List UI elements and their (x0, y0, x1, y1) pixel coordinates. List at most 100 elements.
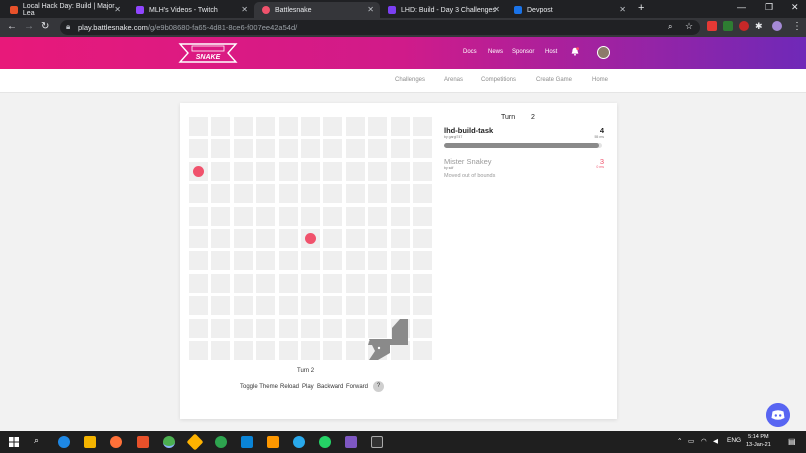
svg-text:SNAKE: SNAKE (196, 54, 221, 61)
nav-host-link[interactable]: Host (545, 49, 557, 55)
subnav-competitions-link[interactable]: Competitions (481, 77, 516, 83)
tab-local-hack-day[interactable]: Local Hack Day: Build | Major Lea ✕ (2, 2, 127, 18)
discord-chat-button[interactable] (766, 403, 790, 427)
address-bar[interactable]: 🔒︎ play.battlesnake.com/g/e9b08680-fa65-… (60, 20, 700, 35)
chrome-icon[interactable] (163, 436, 175, 448)
nav-sponsor-link[interactable]: Sponsor (512, 49, 534, 55)
browser-toolbar: ← → ↻ 🔒︎ play.battlesnake.com/g/e9b08680… (0, 18, 806, 37)
tab-twitch[interactable]: MLH's Videos - Twitch ✕ (128, 2, 254, 18)
toggle-theme-button[interactable]: Toggle Theme (240, 384, 278, 390)
app-g-icon[interactable] (137, 436, 149, 448)
tray-chevron-icon[interactable]: ⌃ (677, 437, 682, 445)
snake-latency: 0 ms (596, 165, 604, 169)
window-close-button[interactable]: ✕ (791, 2, 799, 13)
snake-head (369, 339, 390, 360)
firefox-icon[interactable] (110, 436, 122, 448)
extension-green-icon[interactable] (723, 21, 733, 31)
close-tab-icon[interactable]: ✕ (619, 5, 626, 14)
help-button[interactable]: ? (373, 381, 384, 392)
zoom-search-icon[interactable]: ⌕ (668, 22, 672, 32)
url-path: /g/e9b08680-fa65-4d81-8ce6-f007ee42a54d/ (147, 23, 298, 32)
subnav-challenges-link[interactable]: Challenges (395, 77, 425, 83)
snake-eye-icon (377, 346, 381, 350)
new-tab-button[interactable]: + (638, 2, 644, 14)
battlesnake-favicon-icon (262, 6, 270, 14)
snake-latency: 55 ms (594, 135, 604, 139)
extensions-puzzle-icon[interactable]: ✱ (755, 21, 763, 32)
browser-tab-strip: Local Hack Day: Build | Major Lea ✕ MLH'… (0, 0, 806, 18)
tab-title: Devpost (527, 6, 553, 14)
tab-title: LHD: Build - Day 3 Challenges (401, 6, 496, 14)
whatsapp-icon[interactable] (319, 436, 331, 448)
backward-button[interactable]: Backward (317, 384, 343, 390)
snake-name-lhd-build-task: lhd-build-task (444, 126, 494, 135)
close-tab-icon[interactable]: ✕ (367, 5, 374, 14)
nav-news-link[interactable]: News (488, 49, 503, 55)
browser-menu-icon[interactable]: ⋮ (792, 21, 802, 32)
language-indicator[interactable]: ENG (727, 437, 741, 444)
notifications-icon[interactable]: ▤ (788, 437, 796, 446)
elimination-reason: Moved out of bounds (444, 173, 496, 179)
github-desktop-icon[interactable] (215, 436, 227, 448)
profile-avatar-icon[interactable] (772, 21, 782, 31)
edge-icon[interactable] (58, 436, 70, 448)
snake-author: by gargi747 (444, 135, 463, 139)
maximize-button[interactable]: ❐ (765, 2, 773, 13)
reload-icon[interactable]: ↻ (41, 21, 49, 32)
tab-battlesnake[interactable]: Battlesnake ✕ (254, 2, 380, 18)
forward-arrow-icon[interactable]: → (24, 21, 34, 32)
snake-length: 4 (599, 126, 604, 135)
twitch-favicon-icon (136, 6, 144, 14)
search-icon[interactable]: ⌕ (34, 435, 39, 446)
subnav-home-link[interactable]: Home (592, 77, 608, 83)
close-tab-icon[interactable]: ✕ (241, 5, 248, 14)
app-window-icon[interactable] (345, 436, 357, 448)
tab-title: Battlesnake (275, 6, 312, 14)
nav-docs-link[interactable]: Docs (463, 49, 477, 55)
telegram-icon[interactable] (293, 436, 305, 448)
game-board (189, 117, 434, 362)
snake-author: by sdf (444, 166, 454, 170)
snake-health-fill (444, 143, 599, 148)
forward-button[interactable]: Forward (346, 384, 368, 390)
tab-title: Local Hack Day: Build | Major Lea (22, 3, 115, 17)
wifi-icon[interactable]: ◠ (701, 437, 707, 445)
turn-label: Turn (501, 114, 516, 121)
turn-footer: Turn 2 (297, 368, 315, 374)
url-host: play.battlesnake.com (78, 23, 148, 32)
play-button[interactable]: Play (302, 384, 314, 390)
terminal-icon[interactable] (371, 436, 383, 448)
vscode-icon[interactable] (241, 436, 253, 448)
bookmark-star-icon[interactable]: ☆ (685, 21, 693, 32)
subnav-create-game-link[interactable]: Create Game (536, 77, 572, 83)
snake-health-bar (444, 143, 602, 148)
tab-devpost[interactable]: Devpost ✕ (506, 2, 632, 18)
battery-icon: ▭ (688, 438, 695, 445)
tab-lhd-challenges[interactable]: LHD: Build - Day 3 Challenges ✕ (380, 2, 506, 18)
user-avatar[interactable] (597, 46, 610, 59)
file-explorer-icon[interactable] (84, 436, 96, 448)
devpost-favicon-icon (514, 6, 522, 14)
lock-icon: 🔒︎ (66, 22, 71, 31)
sublime-icon[interactable] (267, 436, 279, 448)
close-tab-icon[interactable]: ✕ (114, 5, 121, 14)
notification-bell-icon[interactable] (571, 47, 579, 56)
subnav-arenas-link[interactable]: Arenas (444, 77, 463, 83)
site-header (0, 37, 806, 69)
minimize-button[interactable]: — (737, 2, 746, 12)
reload-button[interactable]: Reload (280, 384, 299, 390)
mlh-favicon-icon (10, 6, 18, 14)
extension-pinterest-icon[interactable] (739, 21, 749, 31)
volume-icon[interactable]: ◀ (713, 437, 718, 445)
snake-name-mister-snakey: Mister Snakey (444, 157, 492, 166)
clock-time: 5:14 PM (748, 434, 769, 440)
close-tab-icon[interactable]: ✕ (493, 5, 500, 14)
windows-start-icon[interactable] (9, 437, 19, 447)
turn-value: 2 (531, 114, 535, 121)
battlesnake-logo[interactable]: SNAKE (178, 42, 238, 64)
back-arrow-icon[interactable]: ← (7, 21, 17, 32)
system-clock[interactable]: 5:14 PM 13-Jan-21 (746, 433, 771, 449)
extension-red-icon[interactable] (707, 21, 717, 31)
clock-date: 13-Jan-21 (746, 442, 771, 448)
snake-lhd-build-task (368, 319, 408, 360)
